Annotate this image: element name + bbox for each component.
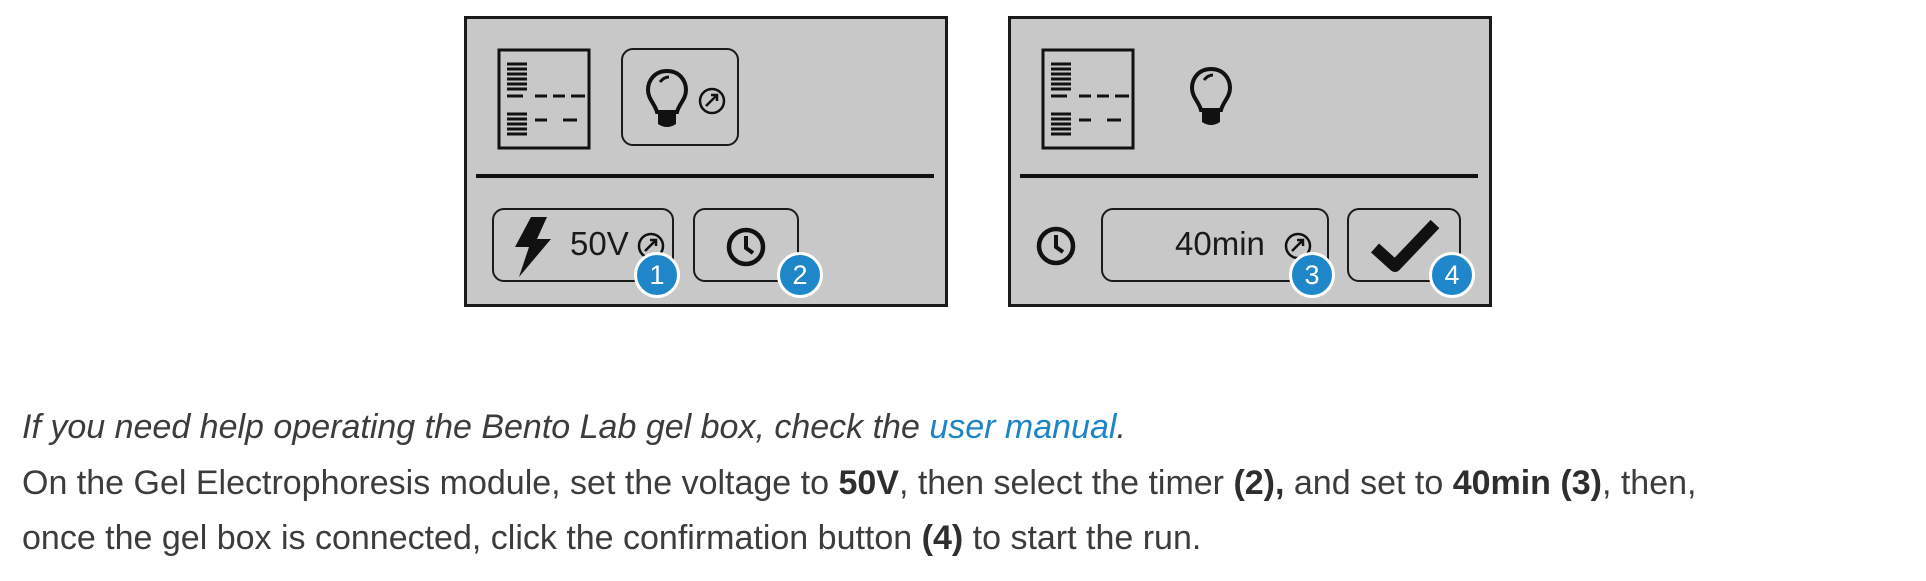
gel-module-setup-screen: 50V <box>464 16 948 307</box>
step-badge-3: 3 <box>1289 252 1335 298</box>
lightning-bolt-icon <box>515 217 551 277</box>
voltage-value: 50V <box>570 225 629 262</box>
help-text: If you need help operating the Bento Lab… <box>22 408 930 446</box>
screen-divider <box>476 174 934 178</box>
gel-module-timer-screen: 40min <box>1008 16 1492 307</box>
screen-divider <box>1020 174 1478 178</box>
instruction-text: once the gel box is connected, click the… <box>22 519 922 557</box>
clock-icon <box>1036 226 1076 266</box>
instruction-line-2: once the gel box is connected, click the… <box>22 519 1201 558</box>
help-note: If you need help operating the Bento Lab… <box>22 408 1126 447</box>
help-text-end: . <box>1116 408 1126 446</box>
clock-icon <box>726 227 766 267</box>
light-toggle-button[interactable] <box>621 48 739 146</box>
instruction-text: and set to <box>1284 464 1453 502</box>
user-manual-link[interactable]: user manual <box>929 408 1116 446</box>
light-bulb-icon <box>645 68 689 127</box>
gel-lanes-icon <box>497 48 591 150</box>
step-badge-2: 2 <box>777 252 823 298</box>
instruction-text: , then select the timer <box>898 464 1234 502</box>
instruction-line-1: On the Gel Electrophoresis module, set t… <box>22 464 1696 503</box>
light-bulb-icon <box>1189 66 1233 125</box>
voltage-emphasis: 50V <box>838 464 899 502</box>
gel-lanes-icon <box>1041 48 1135 150</box>
step-badge-4: 4 <box>1429 252 1475 298</box>
time-value: 40min <box>1175 225 1265 262</box>
instruction-text: to start the run. <box>963 519 1202 557</box>
instruction-text: , then, <box>1601 464 1697 502</box>
adjust-dial-icon <box>698 87 726 115</box>
instruction-text: On the Gel Electrophoresis module, set t… <box>22 464 839 502</box>
step-badge-1: 1 <box>634 252 680 298</box>
timer-step-emphasis: (2), <box>1233 464 1285 502</box>
confirm-step-emphasis: (4) <box>921 519 964 557</box>
time-emphasis: 40min (3) <box>1452 464 1602 502</box>
